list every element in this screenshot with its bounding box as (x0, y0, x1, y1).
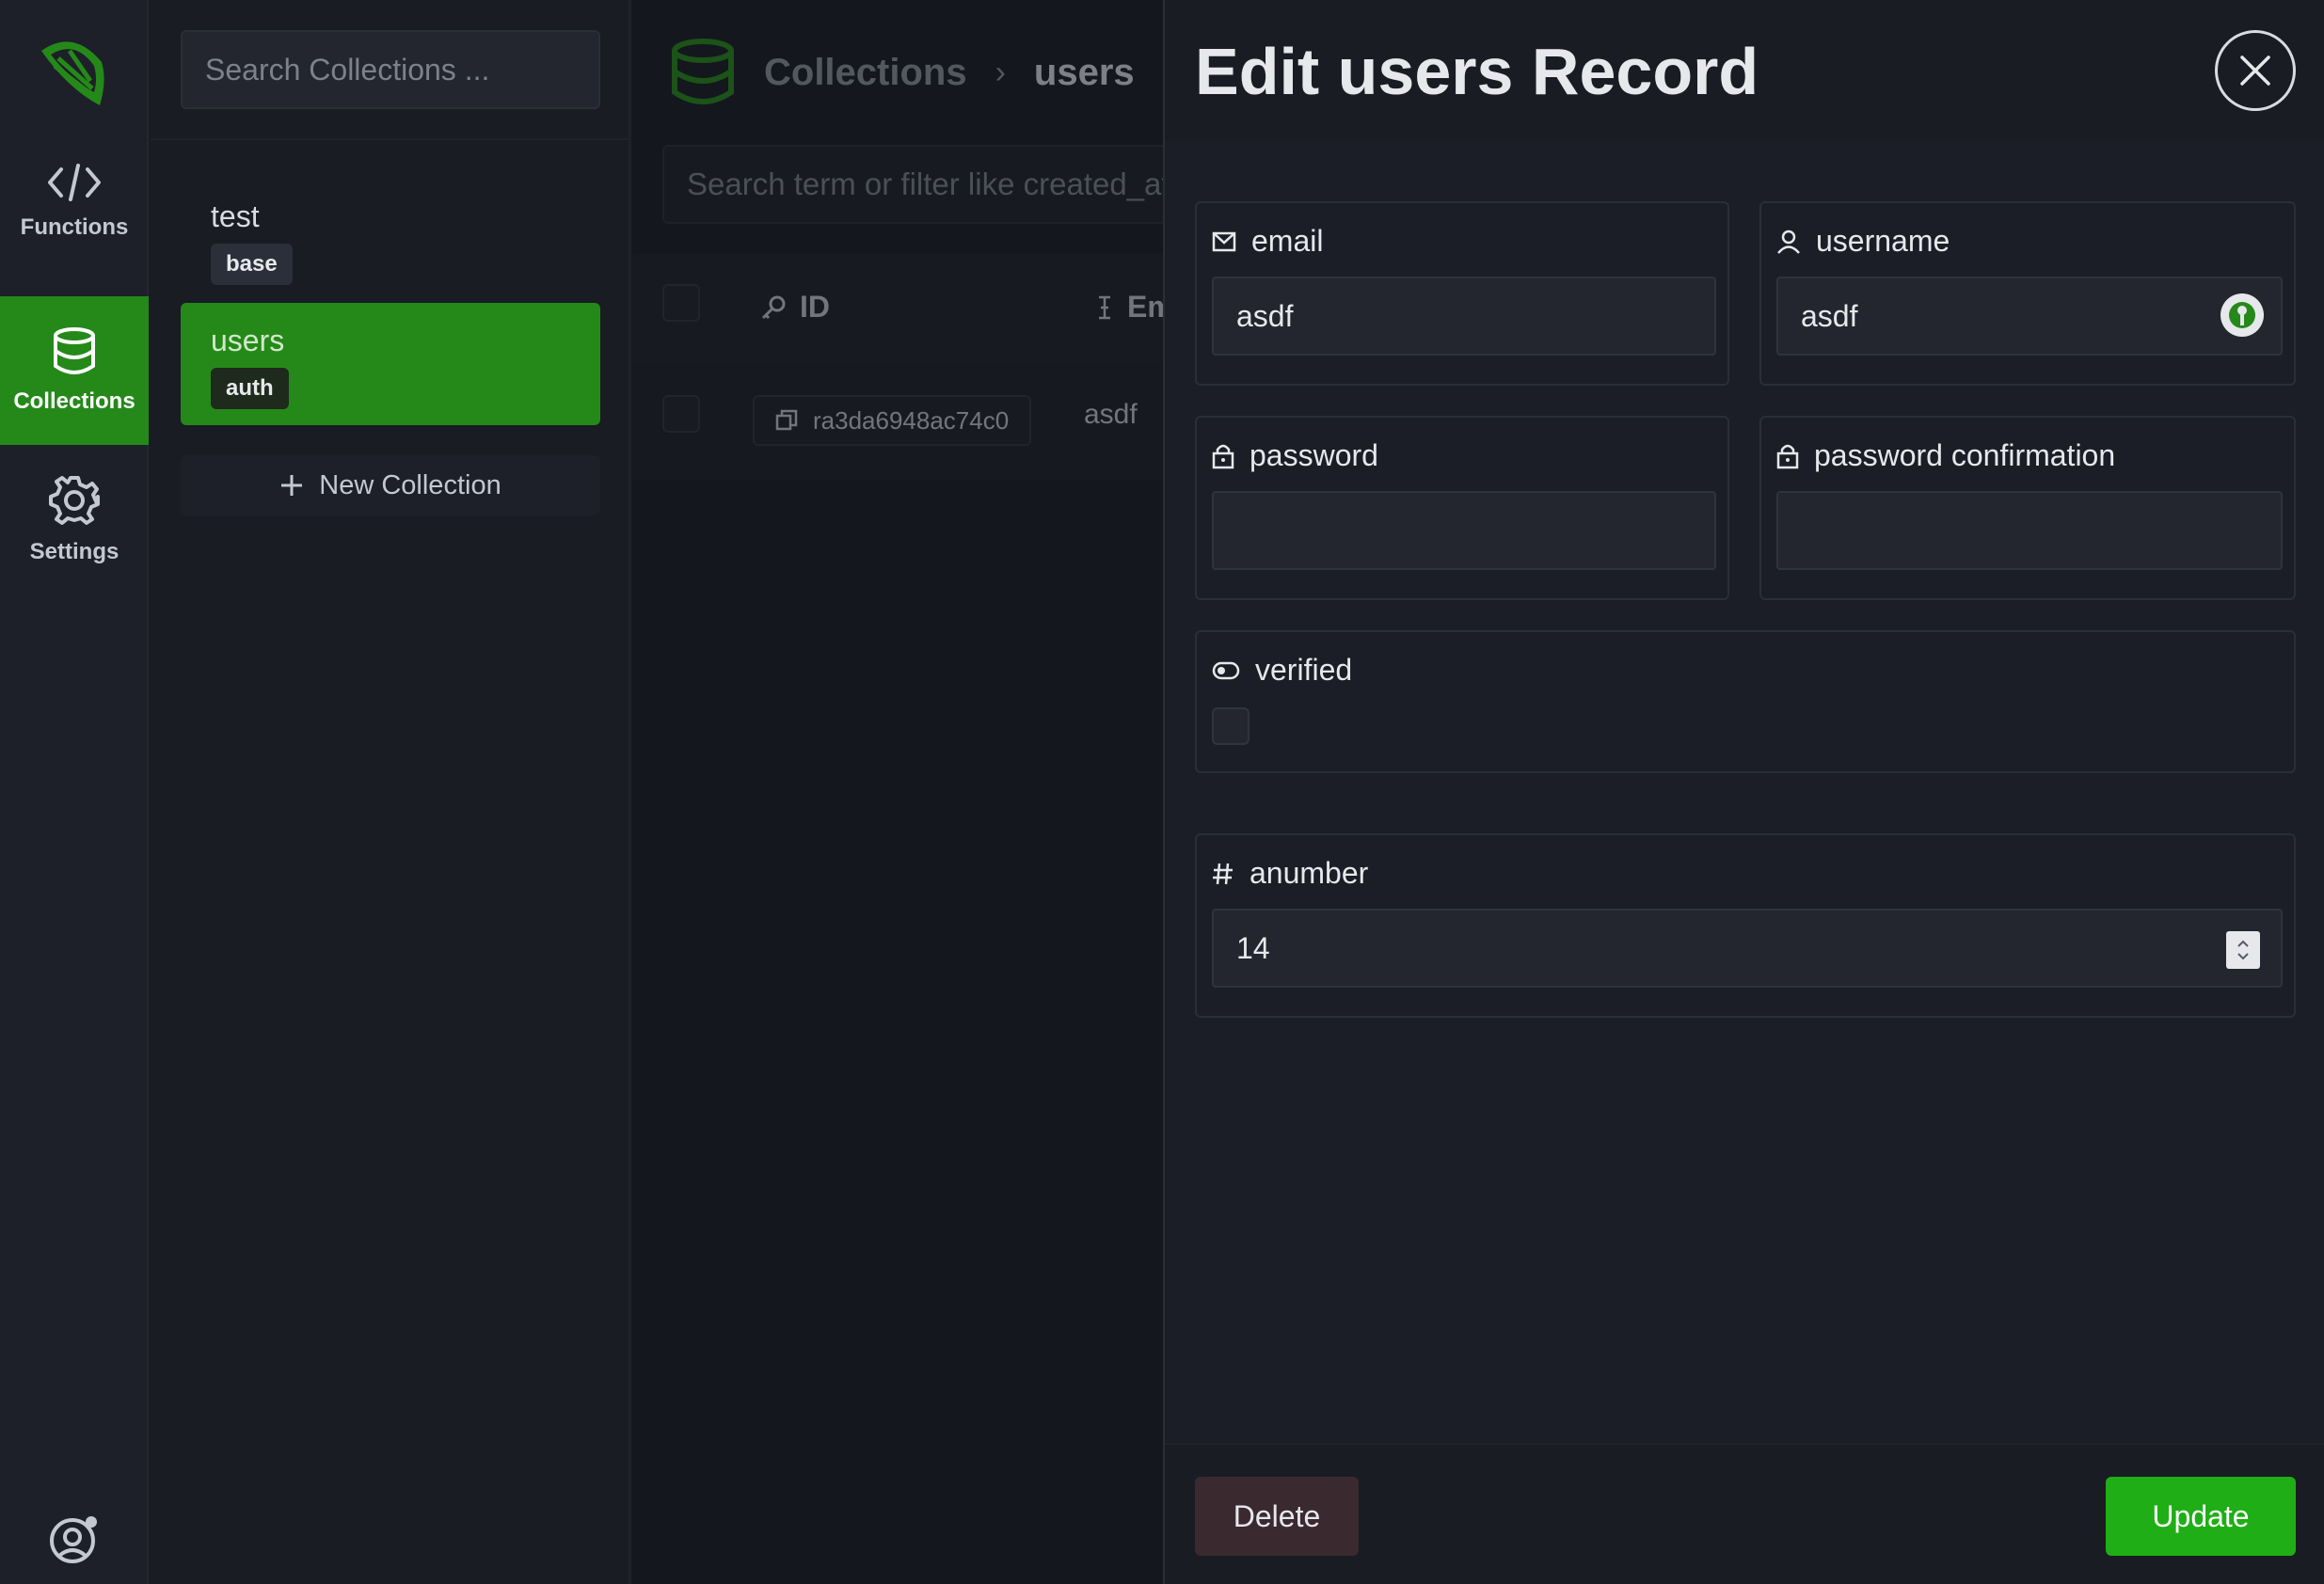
field-label: anumber (1212, 856, 1368, 891)
password-input[interactable] (1212, 491, 1716, 570)
new-collection-label: New Collection (319, 469, 501, 500)
rail-item-label: Settings (29, 539, 119, 564)
lock-icon (1212, 444, 1234, 468)
chevron-up-down-icon (2237, 940, 2249, 960)
panel-title: Edit users Record (1195, 35, 1759, 108)
plus-icon (281, 475, 303, 496)
password-confirm-input[interactable] (1776, 491, 2283, 570)
user-settings-icon[interactable] (48, 1513, 101, 1565)
collection-item-test[interactable]: test base (181, 179, 600, 301)
close-button[interactable] (2215, 30, 2296, 111)
user-icon (1777, 230, 1800, 254)
app-rail: Functions Collections Settings (0, 0, 149, 1584)
delete-button[interactable]: Delete (1195, 1477, 1359, 1556)
collection-type-badge: auth (211, 368, 289, 409)
panel-footer: Delete Update (1165, 1443, 2324, 1584)
toggle-icon (1212, 661, 1240, 679)
code-icon (48, 164, 101, 201)
field-label: username (1776, 224, 1950, 259)
verified-field: verified (1195, 630, 2296, 773)
anumber-input[interactable]: 14 (1212, 909, 2283, 988)
lime-slice-logo-icon[interactable] (32, 34, 115, 109)
password-confirm-field: password confirmation (1759, 416, 2296, 600)
update-button[interactable]: Update (2106, 1477, 2296, 1556)
collections-sidebar: Search Collections ... test base users a… (151, 0, 630, 1584)
email-field: email asdf (1195, 201, 1729, 386)
panel-body: email asdf username asdf password passwo… (1165, 141, 2324, 1443)
envelope-icon (1212, 231, 1236, 251)
rail-item-label: Functions (20, 214, 129, 240)
close-icon (2240, 55, 2270, 86)
anumber-field: anumber 14 (1195, 833, 2296, 1018)
email-input[interactable]: asdf (1212, 277, 1716, 356)
field-label: password confirmation (1776, 438, 2115, 473)
field-label: verified (1212, 653, 1352, 688)
field-label: password (1212, 438, 1378, 473)
hash-icon (1213, 863, 1233, 884)
rail-item-label: Collections (13, 388, 135, 414)
password-field: password (1195, 416, 1729, 600)
rail-item-settings[interactable]: Settings (0, 446, 149, 594)
panel-header: Edit users Record (1165, 0, 2324, 141)
edit-record-panel: Edit users Record email asdf username as… (1163, 0, 2324, 1584)
collection-type-badge: base (211, 244, 293, 285)
search-collections-input[interactable]: Search Collections ... (181, 30, 600, 109)
divider (151, 138, 630, 140)
new-collection-button[interactable]: New Collection (181, 455, 600, 515)
verified-checkbox[interactable] (1212, 707, 1250, 745)
username-field: username asdf (1759, 201, 2296, 386)
field-label: email (1212, 224, 1323, 259)
database-icon (54, 327, 95, 374)
password-manager-key-icon[interactable] (2221, 293, 2264, 337)
rail-item-functions[interactable]: Functions (0, 128, 149, 277)
rail-item-collections[interactable]: Collections (0, 296, 149, 445)
username-input[interactable]: asdf (1776, 277, 2283, 356)
collection-item-users[interactable]: users auth (181, 303, 600, 425)
app-root: Functions Collections Settings Search Co… (0, 0, 2324, 1584)
collection-name: users (211, 324, 285, 357)
collection-name: test (211, 199, 260, 233)
gear-icon (49, 476, 100, 525)
lock-icon (1776, 444, 1799, 468)
number-stepper[interactable] (2226, 931, 2260, 969)
